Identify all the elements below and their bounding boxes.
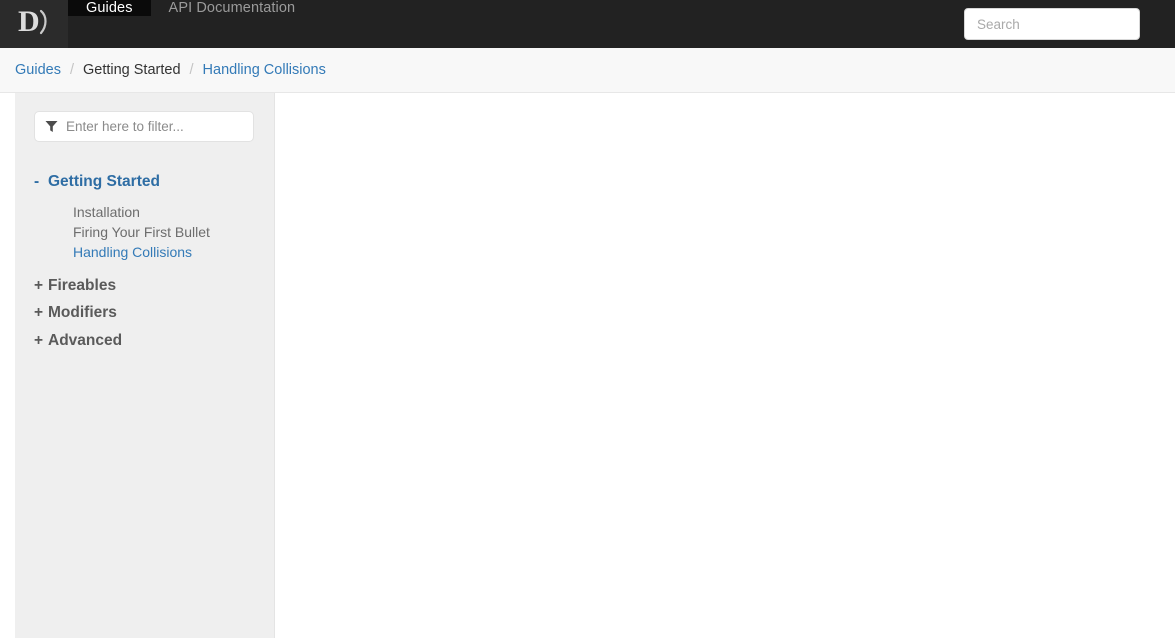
expand-toggle-icon[interactable]: + <box>34 305 48 321</box>
sidebar-item-installation[interactable]: Installation <box>73 202 274 222</box>
filter-box[interactable] <box>34 111 254 142</box>
sidebar-section-label: Advanced <box>48 331 123 349</box>
sidebar-section-modifiers: + Modifiers <box>15 305 274 321</box>
sidebar-section-header-modifiers[interactable]: + Modifiers <box>15 305 274 321</box>
sidebar-section-header-fireables[interactable]: + Fireables <box>15 276 274 294</box>
breadcrumb-item-getting-started: Getting Started <box>82 62 181 78</box>
collapse-toggle-icon[interactable]: - <box>34 174 48 190</box>
search-input[interactable] <box>964 8 1140 40</box>
navbar-links: Guides API Documentation <box>68 0 313 48</box>
page-body: - Getting Started Installation Firing Yo… <box>0 93 1175 638</box>
navbar-search-container <box>964 8 1140 40</box>
breadcrumb-item-guides[interactable]: Guides <box>15 62 61 78</box>
letter-d-logo-icon: D <box>18 5 50 44</box>
breadcrumb: Guides / Getting Started / Handling Coll… <box>15 62 326 78</box>
sidebar-nav-tree: - Getting Started Installation Firing Yo… <box>15 171 274 348</box>
top-navbar: D Guides API Documentation <box>0 0 1175 48</box>
nav-link-api-documentation[interactable]: API Documentation <box>151 0 314 16</box>
sidebar-section-header-getting-started[interactable]: - Getting Started <box>15 171 274 190</box>
sidebar-section-label: Fireables <box>48 276 117 294</box>
sidebar-item-firing-your-first-bullet[interactable]: Firing Your First Bullet <box>73 222 274 242</box>
sidebar-section-fireables: + Fireables <box>15 276 274 294</box>
expand-toggle-icon[interactable]: + <box>34 332 48 349</box>
expand-toggle-icon[interactable]: + <box>34 277 48 294</box>
sidebar-section-label: Modifiers <box>48 304 117 321</box>
sidebar-section-getting-started: - Getting Started Installation Firing Yo… <box>15 171 274 262</box>
breadcrumb-bar: Guides / Getting Started / Handling Coll… <box>0 48 1175 93</box>
nav-item-guides[interactable]: Guides <box>68 0 151 48</box>
sidebar-section-header-advanced[interactable]: + Advanced <box>15 331 274 349</box>
nav-link-guides[interactable]: Guides <box>68 0 151 16</box>
svg-text:D: D <box>18 5 40 38</box>
sidebar: - Getting Started Installation Firing Yo… <box>15 93 275 638</box>
breadcrumb-item-handling-collisions[interactable]: Handling Collisions <box>203 62 326 78</box>
nav-item-api-documentation[interactable]: API Documentation <box>151 0 314 48</box>
sidebar-section-label: Getting Started <box>48 173 160 190</box>
funnel-filter-icon <box>45 120 58 133</box>
sidebar-children-getting-started: Installation Firing Your First Bullet Ha… <box>15 202 274 262</box>
brand-logo-link[interactable]: D <box>0 0 68 48</box>
filter-input[interactable] <box>66 119 243 134</box>
sidebar-filter-container <box>15 111 274 142</box>
breadcrumb-separator: / <box>189 62 194 78</box>
sidebar-item-handling-collisions[interactable]: Handling Collisions <box>73 242 274 262</box>
main-content <box>275 93 1175 638</box>
breadcrumb-separator: / <box>69 62 74 78</box>
sidebar-section-advanced: + Advanced <box>15 331 274 349</box>
